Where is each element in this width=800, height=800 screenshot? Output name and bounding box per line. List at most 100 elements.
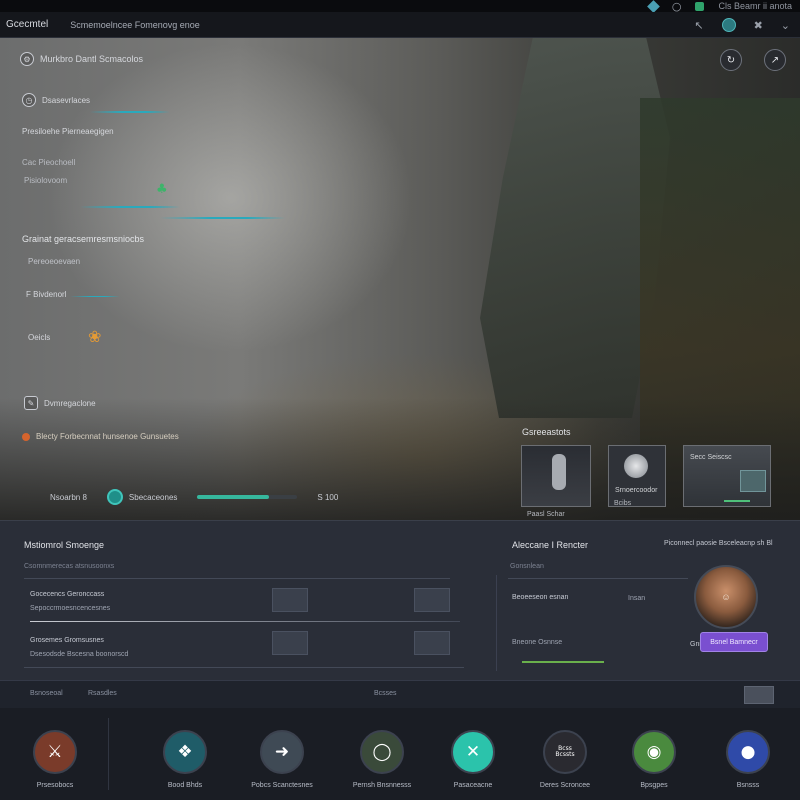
slot-4[interactable] [414, 631, 450, 655]
teal-circle-icon[interactable] [721, 18, 736, 32]
dock-item-2-label: Pobcs Scanctesnes [251, 782, 313, 789]
mid-row[interactable]: Beoeeseon esnan [512, 594, 568, 601]
status-text: Cls Beamr ii anota [718, 1, 792, 11]
accent-line-2 [80, 206, 180, 208]
progress-label: Nsoarbn 8 [50, 492, 87, 502]
progress-track[interactable] [197, 495, 298, 499]
green-square-icon[interactable] [695, 1, 705, 11]
avatar[interactable]: ☺ [694, 565, 758, 629]
dock-item-0-label: Prsesobocs [36, 782, 74, 789]
hero-label-b: Pisiolovoom [24, 176, 67, 185]
card-3-indicator [724, 500, 750, 502]
mid-divider [508, 578, 688, 579]
hero-field-a-text: Pereoeoevaen [28, 257, 81, 266]
hero-label-c-text: Oeicls [28, 333, 51, 342]
left-bottom-line [24, 667, 464, 668]
accent-line-4 [70, 296, 120, 297]
filter-1[interactable]: Bsnoseoal [30, 690, 63, 697]
dock-item-0[interactable]: ⚔ Prsesobocs [10, 708, 100, 800]
dock-item-5[interactable]: Bcss Bcssts Deres Scroncee [520, 708, 610, 800]
hero-label-b-text: Pisiolovoom [24, 176, 68, 185]
card-3-thumb [740, 470, 766, 492]
progress-fill [197, 495, 270, 499]
hero-item-1[interactable]: ◷ Dsasevrlaces [22, 93, 90, 107]
hero-field-b-text: F Bivdenorl [26, 290, 67, 299]
dock-separator [108, 718, 109, 790]
hero-label-a-text: Cac Pieochoell [22, 158, 76, 167]
hero-field-b[interactable]: F Bivdenorl [26, 290, 66, 299]
share-icon: ↗ [770, 54, 780, 66]
card-2-caption: Bcibs [614, 500, 632, 507]
purple-action-button[interactable]: Bsnel Bamnecr [700, 632, 768, 652]
avatar-face-icon: ☺ [721, 592, 731, 602]
media-card-1[interactable] [521, 445, 591, 507]
panel-divider [496, 575, 497, 671]
left-row-2[interactable]: Grosemes Gromsusnes [30, 637, 104, 644]
refresh-button[interactable]: ↻ [720, 49, 742, 71]
slot-3[interactable] [272, 631, 308, 655]
pointer-icon[interactable]: ↖ [694, 19, 703, 32]
alert-dot-icon [22, 432, 30, 441]
app-header: Gcecmtel Scmemoelncee Fomenovg enoe ↖ ✖ … [0, 12, 800, 38]
refresh-icon: ↻ [726, 54, 736, 66]
dock-item-1[interactable]: ❖ Bood Bhds [140, 708, 230, 800]
system-status-bar: ○ Cls Beamr ii anota [0, 0, 800, 13]
left-panel-title: Mstiomrol Smoenge [24, 540, 105, 550]
hero-label-c: Oeicls [28, 333, 50, 342]
dark-orb-icon: Bcss Bcssts [543, 730, 587, 774]
accent-line [90, 111, 170, 113]
diamond-icon[interactable] [646, 0, 660, 13]
dock-item-3-label: Pernsh Bnsnnesss [352, 782, 412, 789]
dock-item-6[interactable]: ◉ Bpsgpes [609, 708, 699, 800]
scissors-icon[interactable]: ✖ [754, 19, 763, 32]
left-row-2-sub: Dsesodsde Bscesna boonorscd [30, 651, 129, 658]
bell-icon[interactable]: ○ [672, 0, 682, 13]
mid-panel-sub: Gonsnlean [510, 563, 544, 570]
filter-2[interactable]: Rsasdles [88, 690, 117, 697]
settings-icon[interactable]: ⚙ [20, 52, 34, 66]
statue-image [552, 454, 566, 490]
left-divider [24, 578, 450, 579]
hero-item-2[interactable]: ✎ Dvmregaclone [24, 396, 96, 410]
mid-row-tag: Insan [628, 595, 646, 602]
progress-text: Sbecaceones [128, 492, 178, 502]
ring-icon: ◯ [360, 730, 404, 774]
media-card-2[interactable]: Srnoercoodor [608, 445, 666, 507]
cards-title: Gsreeastots [522, 427, 571, 437]
mid-row-2[interactable]: Bneone Osnnse [512, 639, 562, 646]
hero-item-2-label: Dvmregaclone [44, 398, 96, 408]
dock-item-2[interactable]: ➜ Pobcs Scanctesnes [237, 708, 327, 800]
hero-label-a: Cac Pieochoell [22, 158, 75, 167]
clock-icon: ◷ [22, 93, 36, 107]
hero-field-a[interactable]: Pereoeoevaen [28, 257, 80, 266]
crystal-icon: ❖ [163, 730, 207, 774]
filter-bar: Bsnoseoal Rsasdles Bcsses [0, 680, 800, 708]
dock-item-3[interactable]: ◯ Pernsh Bnsnnesss [337, 708, 427, 800]
app-dock: ⚔ Prsesobocs ❖ Bood Bhds ➜ Pobcs Scancte… [0, 708, 800, 800]
hero-banner: ⚙ Murkbro Dantl Scmacolos ↻ ↗ ◷ Dsasevrl… [0, 38, 800, 520]
chevron-icon[interactable]: ⌄ [781, 19, 790, 32]
x-icon: ✕ [451, 730, 495, 774]
slot-2[interactable] [414, 588, 450, 612]
hero-banner-text: Blecty Forbecnnat hunsenoe Gunsuetes [36, 432, 179, 441]
left-row-1[interactable]: Gocecencs Geronccass [30, 591, 104, 598]
mid-panel-title: Aleccane I Rencter [512, 540, 589, 550]
grid-view-button[interactable] [744, 686, 774, 704]
filter-3[interactable]: Bcsses [374, 690, 397, 697]
header-menu[interactable]: Scmemoelncee Fomenovg enoe [70, 20, 200, 30]
media-card-3[interactable]: Secc Seiscsc [683, 445, 771, 507]
dock-item-6-label: Bpsgpes [640, 782, 668, 789]
globe-image [624, 454, 648, 478]
share-button[interactable]: ↗ [764, 49, 786, 71]
leaf-icon: ❀ [88, 327, 102, 346]
hero-section: Grainat geracsemresmsniocbs [22, 234, 144, 244]
slot-1[interactable] [272, 588, 308, 612]
dock-item-7-label: Bsnsss [736, 782, 760, 789]
dock-item-7[interactable]: ● Bsnsss [703, 708, 793, 800]
shoe-icon: ➜ [260, 730, 304, 774]
card-1-caption: Paasl Schar [527, 511, 565, 518]
right-panel-title: Piconnecl paosie Bsceleacnp sh Bl [664, 540, 773, 547]
dock-item-4[interactable]: ✕ Pasaceacne [428, 708, 518, 800]
orb-badge-2: Bcssts [555, 751, 575, 758]
progress-dot-icon[interactable] [106, 489, 123, 505]
